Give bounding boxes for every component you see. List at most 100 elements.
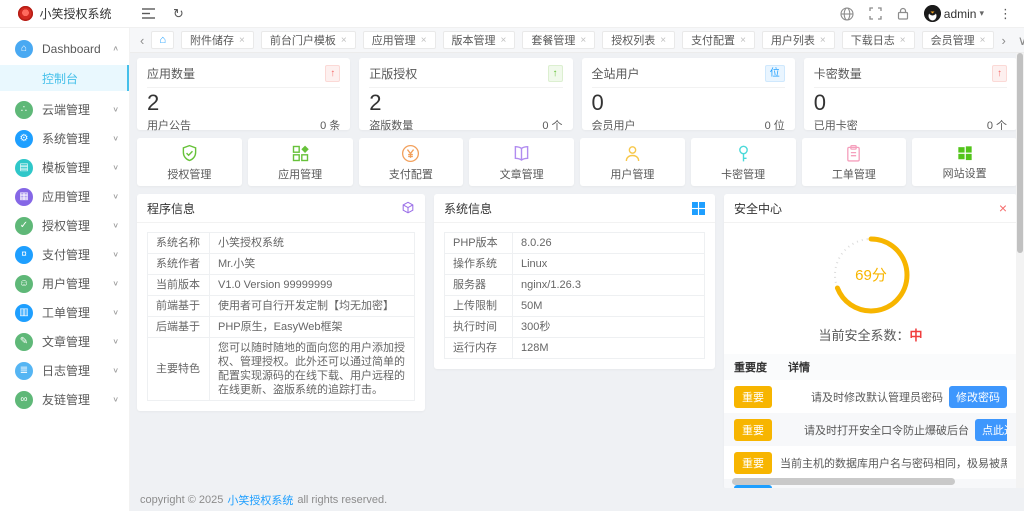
tab-download-log[interactable]: 下载日志× bbox=[842, 31, 915, 49]
close-icon[interactable]: × bbox=[501, 35, 507, 46]
shortcut-users[interactable]: 用户管理 bbox=[580, 138, 685, 186]
shortcut-site-settings[interactable]: 网站设置 bbox=[912, 138, 1017, 186]
table-row: 系统名称小笑授权系统 bbox=[148, 233, 415, 254]
sidebar-item-license[interactable]: ✓ 授权管理 ∨ bbox=[0, 211, 129, 240]
lock-icon[interactable] bbox=[897, 7, 909, 20]
sidebar-item-template[interactable]: ▤ 模板管理 ∨ bbox=[0, 153, 129, 182]
vertical-scrollbar-track bbox=[1016, 53, 1024, 488]
sidebar-item-dashboard[interactable]: ⌂ Dashboard ∧ bbox=[0, 34, 129, 63]
sidebar-item-links[interactable]: ∞ 友链管理 ∨ bbox=[0, 385, 129, 414]
chevron-down-icon: ∨ bbox=[112, 395, 119, 404]
sidebar-item-console[interactable]: 控制台 bbox=[0, 65, 129, 91]
table-row: 上传限制50M bbox=[445, 296, 705, 317]
article-icon: ✎ bbox=[15, 333, 33, 351]
table-row: 执行时间300秒 bbox=[445, 317, 705, 338]
program-info-table: 系统名称小笑授权系统 系统作者Mr.小笑 当前版本V1.0 Version 99… bbox=[147, 232, 415, 401]
close-icon[interactable]: × bbox=[341, 35, 347, 46]
close-icon[interactable]: × bbox=[239, 35, 245, 46]
menu-fold-icon[interactable] bbox=[142, 7, 155, 20]
shortcut-tickets[interactable]: 工单管理 bbox=[802, 138, 907, 186]
stat-footer-value: 0 个 bbox=[987, 117, 1007, 133]
user-menu[interactable]: admin ▾ bbox=[924, 5, 984, 22]
security-issue-row: 重要 请及时修改默认管理员密码修改密码 bbox=[724, 380, 1017, 413]
stat-card-users: 全站用户位 0 会员用户0 位 bbox=[582, 58, 795, 130]
globe-icon[interactable] bbox=[840, 7, 854, 21]
link-icon: ∞ bbox=[15, 391, 33, 409]
trend-up-badge: ↑ bbox=[548, 65, 563, 82]
security-issues-table: 重要度 详情 重要 请及时修改默认管理员密码修改密码 重要 请及时打开安全口令防… bbox=[724, 354, 1017, 488]
footer-brand-link[interactable]: 小笑授权系统 bbox=[227, 492, 293, 508]
chevron-down-icon: ∨ bbox=[112, 366, 119, 375]
sidebar-item-payment[interactable]: ¤ 支付管理 ∨ bbox=[0, 240, 129, 269]
more-vertical-icon[interactable]: ⋮ bbox=[999, 7, 1012, 20]
tabs-menu-icon[interactable]: ∨ bbox=[1018, 34, 1024, 47]
security-score: 69分 bbox=[855, 267, 887, 284]
shortcut-articles[interactable]: 文章管理 bbox=[469, 138, 574, 186]
close-icon[interactable]: × bbox=[820, 35, 826, 46]
refresh-icon[interactable]: ↻ bbox=[173, 7, 184, 20]
fullscreen-icon[interactable] bbox=[869, 7, 882, 20]
log-icon: ≣ bbox=[15, 362, 33, 380]
horizontal-scrollbar[interactable] bbox=[732, 478, 955, 485]
system-info-table: PHP版本8.0.26 操作系统Linux 服务器nginx/1.26.3 上传… bbox=[444, 232, 705, 359]
system-info-panel: 系统信息 PHP版本8.0.26 操作系统Linux 服务器nginx/1.26… bbox=[434, 194, 715, 369]
table-row: 主要特色您可以随时随地的面向您的用户添加授权、管理授权。此外还可以通过简单的配置… bbox=[148, 338, 415, 401]
tab-member-management[interactable]: 会员管理× bbox=[922, 31, 995, 49]
close-icon[interactable]: × bbox=[980, 35, 986, 46]
chevron-down-icon: ▾ bbox=[979, 8, 984, 19]
sidebar-item-articles[interactable]: ✎ 文章管理 ∨ bbox=[0, 327, 129, 356]
table-header: 重要度 详情 bbox=[724, 354, 1017, 380]
shortcut-license[interactable]: 授权管理 bbox=[137, 138, 242, 186]
tab-home[interactable]: ⌂ bbox=[151, 31, 174, 49]
key-icon bbox=[733, 143, 754, 164]
close-icon[interactable]: × bbox=[660, 35, 666, 46]
close-icon[interactable]: × bbox=[999, 200, 1007, 216]
sidebar-item-cloud[interactable]: ∴ 云端管理 ∨ bbox=[0, 95, 129, 124]
open-site-settings-button[interactable]: 点此进入网站设置打开 bbox=[975, 419, 1007, 441]
shortcut-apps[interactable]: 应用管理 bbox=[248, 138, 353, 186]
stat-footer-label: 盗版数量 bbox=[369, 117, 413, 133]
table-row: 运行内存128M bbox=[445, 338, 705, 359]
avatar bbox=[924, 5, 941, 22]
panel-title: 安全中心 bbox=[734, 200, 782, 217]
sidebar-item-logs[interactable]: ≣ 日志管理 ∨ bbox=[0, 356, 129, 385]
tab-attachment-storage[interactable]: 附件储存× bbox=[181, 31, 254, 49]
close-icon[interactable]: × bbox=[900, 35, 906, 46]
shield-check-icon bbox=[179, 143, 200, 164]
security-level: 当前安全系数：中 bbox=[724, 325, 1017, 344]
tab-license-list[interactable]: 授权列表× bbox=[602, 31, 675, 49]
tab-app-management[interactable]: 应用管理× bbox=[363, 31, 436, 49]
vertical-scrollbar[interactable] bbox=[1017, 53, 1023, 253]
close-icon[interactable]: × bbox=[740, 35, 746, 46]
tabs-back-icon[interactable]: ‹ bbox=[140, 34, 144, 47]
chevron-down-icon: ∨ bbox=[112, 134, 119, 143]
change-password-button[interactable]: 修改密码 bbox=[949, 386, 1007, 408]
tab-portal-template[interactable]: 前台门户模板× bbox=[261, 31, 356, 49]
stat-value: 0 bbox=[592, 91, 785, 115]
package-icon bbox=[401, 201, 415, 215]
chevron-down-icon: ∨ bbox=[112, 221, 119, 230]
tab-bar: ‹ ⌂ 附件储存× 前台门户模板× 应用管理× 版本管理× 套餐管理× 授权列表… bbox=[130, 28, 1024, 53]
tab-package-management[interactable]: 套餐管理× bbox=[522, 31, 595, 49]
close-icon[interactable]: × bbox=[421, 35, 427, 46]
app-title: 小笑授权系统 bbox=[39, 5, 111, 22]
chevron-down-icon: ∨ bbox=[112, 250, 119, 259]
template-icon: ▤ bbox=[15, 159, 33, 177]
shortcut-cardkeys[interactable]: 卡密管理 bbox=[691, 138, 796, 186]
tab-user-list[interactable]: 用户列表× bbox=[762, 31, 835, 49]
sidebar-item-users[interactable]: ☺ 用户管理 ∨ bbox=[0, 269, 129, 298]
stat-title: 全站用户 bbox=[592, 65, 640, 82]
table-row: 前端基于使用者可自行开发定制【均无加密】 bbox=[148, 296, 415, 317]
table-row: PHP版本8.0.26 bbox=[445, 233, 705, 254]
main-content: 应用数量↑ 2 用户公告0 条 正版授权↑ 2 盗版数量0 个 全站用户位 0 … bbox=[130, 53, 1024, 488]
tabs-forward-icon[interactable]: › bbox=[1001, 34, 1005, 47]
sidebar-item-application[interactable]: ▦ 应用管理 ∨ bbox=[0, 182, 129, 211]
tab-payment-config[interactable]: 支付配置× bbox=[682, 31, 755, 49]
tab-version-management[interactable]: 版本管理× bbox=[443, 31, 516, 49]
close-icon[interactable]: × bbox=[580, 35, 586, 46]
trend-up-badge: ↑ bbox=[325, 65, 340, 82]
shortcut-payment-config[interactable]: 支付配置 bbox=[359, 138, 464, 186]
unit-badge: 位 bbox=[765, 65, 785, 82]
sidebar-item-system[interactable]: ⚙ 系统管理 ∨ bbox=[0, 124, 129, 153]
sidebar-item-tickets[interactable]: ▥ 工单管理 ∨ bbox=[0, 298, 129, 327]
